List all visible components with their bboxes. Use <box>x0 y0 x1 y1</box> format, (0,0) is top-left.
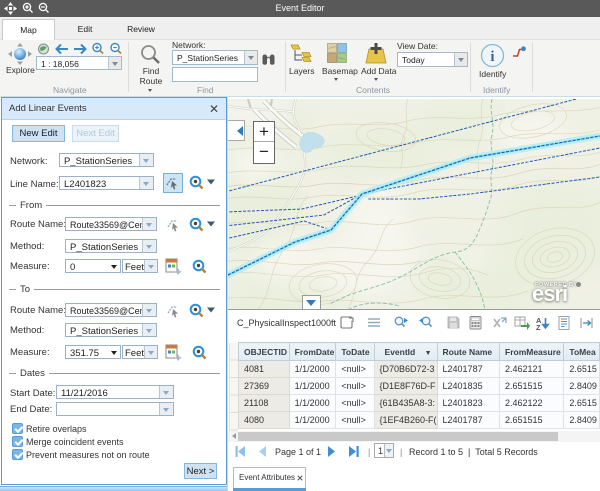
svg-text:i: i <box>490 49 494 65</box>
svg-text:Z: Z <box>536 323 541 332</box>
